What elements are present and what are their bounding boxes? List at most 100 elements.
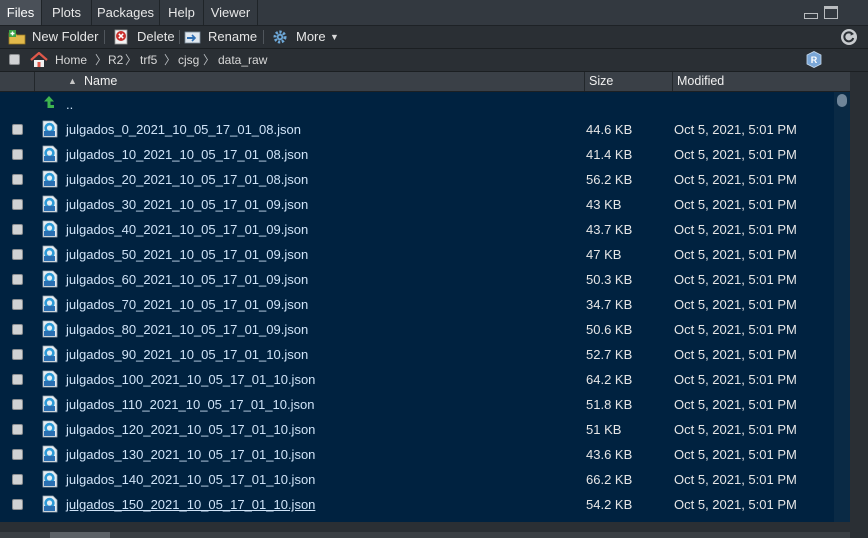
modified-column-header[interactable]: Modified: [672, 72, 851, 91]
table-row[interactable]: julgados_50_2021_10_05_17_01_09.json 47 K…: [0, 242, 834, 267]
table-row[interactable]: julgados_0_2021_10_05_17_01_08.json 44.6 …: [0, 117, 834, 142]
file-name-link[interactable]: julgados_150_2021_10_05_17_01_10.json: [66, 492, 315, 517]
horizontal-scrollbar[interactable]: [0, 522, 868, 538]
tab-files[interactable]: Files: [0, 0, 42, 25]
name-column-header[interactable]: ▲ Name: [62, 72, 584, 91]
table-row[interactable]: julgados_140_2021_10_05_17_01_10.json 66.…: [0, 467, 834, 492]
table-row[interactable]: julgados_120_2021_10_05_17_01_10.json 51 …: [0, 417, 834, 442]
table-row[interactable]: julgados_40_2021_10_05_17_01_09.json 43.7…: [0, 217, 834, 242]
file-size: 51 KB: [586, 422, 622, 437]
window-controls: [804, 6, 840, 20]
file-name-link[interactable]: julgados_60_2021_10_05_17_01_09.json: [66, 267, 308, 292]
table-row[interactable]: julgados_70_2021_10_05_17_01_09.json 34.7…: [0, 292, 834, 317]
table-row[interactable]: julgados_10_2021_10_05_17_01_08.json 41.4…: [0, 142, 834, 167]
file-size: 50.6 KB: [586, 322, 633, 337]
row-checkbox[interactable]: [12, 224, 23, 235]
file-name-link[interactable]: julgados_30_2021_10_05_17_01_09.json: [66, 192, 308, 217]
file-modified: Oct 5, 2021, 5:01 PM: [674, 147, 797, 162]
table-row[interactable]: julgados_110_2021_10_05_17_01_10.json 51.…: [0, 392, 834, 417]
chevron-right-icon: 〉: [125, 53, 138, 67]
row-checkbox[interactable]: [12, 374, 23, 385]
file-name-link[interactable]: julgados_20_2021_10_05_17_01_08.json: [66, 167, 308, 192]
file-name-link[interactable]: julgados_40_2021_10_05_17_01_09.json: [66, 217, 308, 242]
file-modified: Oct 5, 2021, 5:01 PM: [674, 397, 797, 412]
file-modified: Oct 5, 2021, 5:01 PM: [674, 197, 797, 212]
row-checkbox[interactable]: [12, 299, 23, 310]
file-size: 47 KB: [586, 247, 622, 262]
r-project-icon[interactable]: R: [806, 51, 822, 68]
file-size: 64.2 KB: [586, 372, 633, 387]
row-checkbox[interactable]: [12, 149, 23, 160]
row-checkbox[interactable]: [12, 449, 23, 460]
scrollbar-thumb[interactable]: [50, 532, 110, 538]
scrollbar-thumb[interactable]: [837, 94, 847, 107]
file-name-link[interactable]: julgados_10_2021_10_05_17_01_08.json: [66, 142, 308, 167]
maximize-pane-icon[interactable]: [824, 6, 838, 19]
breadcrumb-data-raw[interactable]: data_raw: [218, 49, 267, 71]
row-checkbox[interactable]: [12, 424, 23, 435]
table-row[interactable]: julgados_130_2021_10_05_17_01_10.json 43.…: [0, 442, 834, 467]
chevron-right-icon: 〉: [164, 53, 177, 67]
icon-column-header: [34, 72, 63, 91]
vertical-scrollbar[interactable]: [834, 92, 850, 522]
file-name-link[interactable]: julgados_90_2021_10_05_17_01_10.json: [66, 342, 308, 367]
minimize-pane-icon[interactable]: [804, 13, 818, 19]
breadcrumb-r2[interactable]: R2: [108, 49, 123, 71]
breadcrumb-cjsg[interactable]: cjsg: [178, 49, 199, 71]
file-name-link[interactable]: julgados_50_2021_10_05_17_01_09.json: [66, 242, 308, 267]
table-row[interactable]: julgados_100_2021_10_05_17_01_10.json 64.…: [0, 367, 834, 392]
row-checkbox[interactable]: [12, 324, 23, 335]
tab-packages[interactable]: Packages: [92, 0, 160, 25]
delete-button[interactable]: Delete: [113, 26, 175, 48]
row-checkbox[interactable]: [12, 174, 23, 185]
file-modified: Oct 5, 2021, 5:01 PM: [674, 372, 797, 387]
file-name-link[interactable]: julgados_100_2021_10_05_17_01_10.json: [66, 367, 315, 392]
file-name-link[interactable]: julgados_80_2021_10_05_17_01_09.json: [66, 317, 308, 342]
file-modified: Oct 5, 2021, 5:01 PM: [674, 247, 797, 262]
more-menu-button[interactable]: More ▼: [272, 26, 342, 48]
rename-button[interactable]: Rename: [184, 26, 257, 48]
row-checkbox[interactable]: [12, 274, 23, 285]
table-row[interactable]: julgados_30_2021_10_05_17_01_09.json 43 K…: [0, 192, 834, 217]
json-file-icon: [42, 295, 58, 313]
file-size: 50.3 KB: [586, 272, 633, 287]
new-folder-button[interactable]: New Folder: [8, 26, 98, 48]
chevron-right-icon: 〉: [95, 53, 108, 67]
file-name-link[interactable]: julgados_0_2021_10_05_17_01_08.json: [66, 117, 301, 142]
row-checkbox[interactable]: [12, 199, 23, 210]
tab-help[interactable]: Help: [160, 0, 204, 25]
tab-viewer[interactable]: Viewer: [204, 0, 258, 25]
table-row[interactable]: julgados_90_2021_10_05_17_01_10.json 52.7…: [0, 342, 834, 367]
home-icon[interactable]: [30, 52, 48, 68]
chevron-right-icon: 〉: [203, 53, 216, 67]
file-name-link[interactable]: julgados_110_2021_10_05_17_01_10.json: [66, 392, 314, 417]
table-row[interactable]: julgados_80_2021_10_05_17_01_09.json 50.6…: [0, 317, 834, 342]
file-size: 66.2 KB: [586, 472, 633, 487]
file-name-link[interactable]: julgados_120_2021_10_05_17_01_10.json: [66, 417, 315, 442]
row-checkbox[interactable]: [12, 474, 23, 485]
tab-plots[interactable]: Plots: [42, 0, 92, 25]
table-row[interactable]: julgados_150_2021_10_05_17_01_10.json 54.…: [0, 492, 834, 517]
row-checkbox[interactable]: [12, 249, 23, 260]
file-name-link[interactable]: julgados_130_2021_10_05_17_01_10.json: [66, 442, 315, 467]
file-name-link[interactable]: julgados_70_2021_10_05_17_01_09.json: [66, 292, 308, 317]
size-column-header[interactable]: Size: [584, 72, 673, 91]
row-checkbox[interactable]: [12, 499, 23, 510]
row-checkbox[interactable]: [12, 124, 23, 135]
json-file-icon: [42, 370, 58, 388]
parent-directory-row[interactable]: ..: [0, 92, 834, 117]
row-checkbox[interactable]: [12, 349, 23, 360]
toolbar-separator: [179, 30, 180, 44]
refresh-icon[interactable]: [840, 28, 858, 46]
breadcrumb-home[interactable]: Home: [55, 49, 87, 71]
row-checkbox[interactable]: [12, 399, 23, 410]
breadcrumb-trf5[interactable]: trf5: [140, 49, 157, 71]
file-list-header: ▲ Name Size Modified: [0, 72, 868, 92]
file-name-link[interactable]: julgados_140_2021_10_05_17_01_10.json: [66, 467, 315, 492]
table-row[interactable]: julgados_20_2021_10_05_17_01_08.json 56.2…: [0, 167, 834, 192]
select-all-checkbox[interactable]: [9, 54, 20, 65]
table-row[interactable]: julgados_60_2021_10_05_17_01_09.json 50.3…: [0, 267, 834, 292]
parent-directory-link[interactable]: ..: [66, 92, 73, 117]
file-modified: Oct 5, 2021, 5:01 PM: [674, 472, 797, 487]
file-modified: Oct 5, 2021, 5:01 PM: [674, 422, 797, 437]
